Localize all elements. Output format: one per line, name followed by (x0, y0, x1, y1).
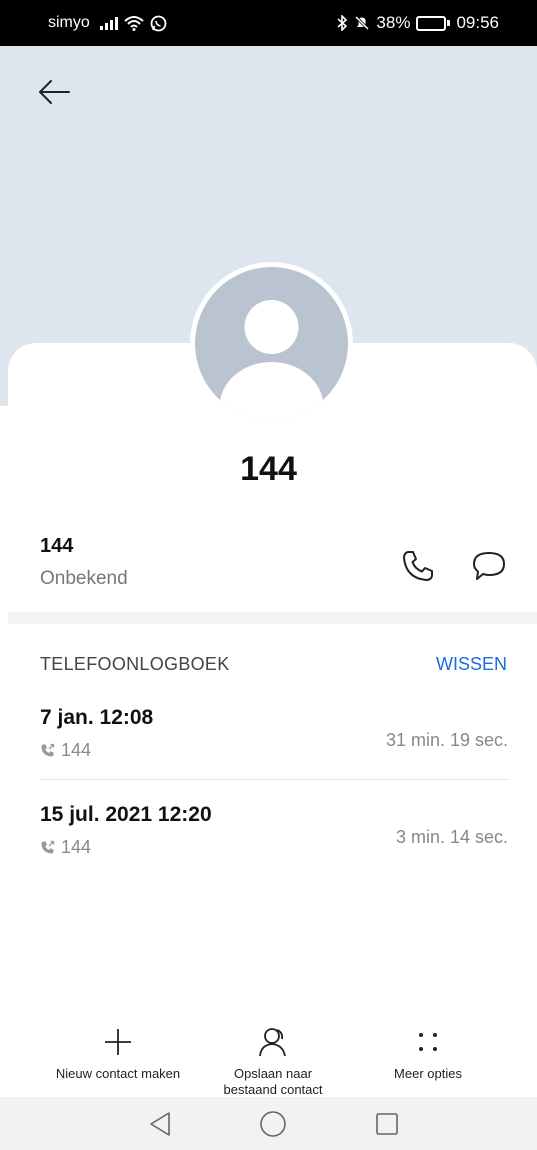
nav-recent-icon (376, 1113, 398, 1135)
back-arrow-icon (39, 80, 70, 104)
call-number: 144 (61, 740, 92, 760)
whatsapp-icon (150, 15, 167, 31)
nav-back-icon (150, 1112, 170, 1136)
phone-icon (403, 551, 433, 581)
save-to-existing-button[interactable]: Opslaan naar bestaand contact (193, 1022, 353, 1098)
carrier-name: simyo (48, 14, 90, 31)
clock: 09:56 (456, 13, 499, 32)
save-to-existing-label-line1: Opslaan naar (233, 1066, 313, 1081)
more-options-button[interactable]: Meer opties (348, 1022, 508, 1082)
status-left: simyo (48, 14, 167, 32)
contact-name: 144 (240, 450, 297, 488)
call-date: 7 jan. 12:08 (40, 706, 154, 729)
system-nav-bar (0, 1097, 537, 1150)
call-log-entry[interactable]: 15 jul. 2021 12:20 144 3 min. 14 sec. (40, 803, 508, 903)
phone-number-row[interactable]: 144 Onbekend (40, 535, 128, 590)
outgoing-call-icon (41, 840, 55, 854)
outgoing-call-icon (41, 743, 55, 757)
status-right: 38% 09:56 (336, 13, 499, 33)
phone-number: 144 (40, 535, 74, 557)
status-bar: simyo 38% 09:56 (0, 0, 537, 46)
call-button[interactable] (400, 548, 436, 584)
save-to-existing-label: Opslaan naar bestaand contact (223, 1066, 322, 1098)
battery-percent: 38% (376, 13, 411, 32)
call-log-title: TELEFOONLOGBOEK (40, 654, 230, 674)
back-button[interactable] (34, 72, 74, 112)
section-divider (8, 612, 537, 624)
log-separator (40, 779, 508, 780)
call-number: 144 (61, 837, 92, 857)
nav-recent-button[interactable] (372, 1109, 402, 1139)
call-log-entry[interactable]: 7 jan. 12:08 144 31 min. 19 sec. (40, 706, 508, 806)
more-options-label: Meer opties (394, 1066, 462, 1081)
nav-home-button[interactable] (258, 1109, 288, 1139)
nav-home-icon (260, 1111, 286, 1137)
bluetooth-icon (337, 15, 348, 31)
avatar (190, 262, 353, 425)
call-duration: 31 min. 19 sec. (385, 730, 508, 750)
clear-log-button[interactable]: WISSEN (436, 654, 507, 675)
person-icon (259, 1028, 286, 1057)
signal-icon (99, 16, 118, 30)
call-date: 15 jul. 2021 12:20 (40, 803, 212, 826)
wifi-icon (124, 16, 144, 31)
new-contact-button[interactable]: Nieuw contact maken (38, 1022, 198, 1082)
nav-back-button[interactable] (145, 1109, 175, 1139)
mute-bell-icon (355, 15, 370, 31)
message-icon (473, 552, 505, 580)
default-avatar-icon (219, 300, 324, 420)
save-to-existing-label-line2: bestaand contact (223, 1082, 323, 1097)
new-contact-label: Nieuw contact maken (55, 1066, 181, 1081)
dots-icon (419, 1033, 437, 1051)
battery-icon (416, 15, 451, 31)
plus-icon (105, 1029, 131, 1055)
message-button[interactable] (471, 548, 507, 584)
phone-number-label: Onbekend (40, 568, 128, 589)
call-duration: 3 min. 14 sec. (395, 827, 508, 847)
